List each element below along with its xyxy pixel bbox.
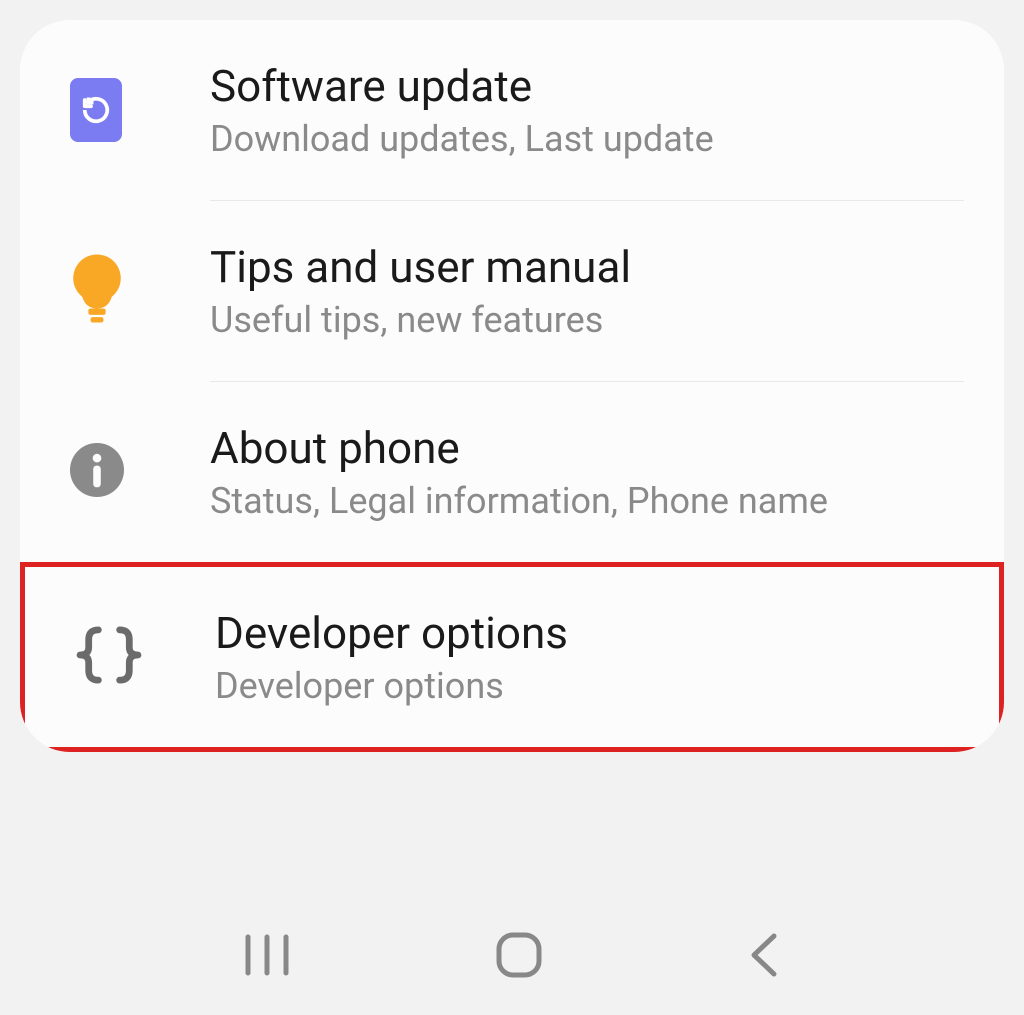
item-subtitle: Status, Legal information, Phone name <box>210 480 974 522</box>
lightbulb-icon <box>70 254 124 328</box>
settings-card: Software update Download updates, Last u… <box>20 20 1004 752</box>
icon-container <box>70 254 210 328</box>
settings-item-tips[interactable]: Tips and user manual Useful tips, new fe… <box>20 201 1004 381</box>
home-button[interactable] <box>494 930 544 980</box>
settings-item-about-phone[interactable]: About phone Status, Legal information, P… <box>20 382 1004 562</box>
update-icon <box>70 78 122 142</box>
braces-icon <box>75 626 143 688</box>
text-wrap: Developer options Developer options <box>215 607 969 707</box>
item-subtitle: Useful tips, new features <box>210 299 974 341</box>
item-title: Software update <box>210 60 974 112</box>
back-button[interactable] <box>744 930 784 980</box>
item-subtitle: Developer options <box>215 665 969 707</box>
icon-container <box>70 443 210 501</box>
text-wrap: About phone Status, Legal information, P… <box>210 422 974 522</box>
text-wrap: Software update Download updates, Last u… <box>210 60 974 160</box>
settings-item-developer-options[interactable]: Developer options Developer options <box>20 562 1004 752</box>
item-title: Tips and user manual <box>210 241 974 293</box>
recents-button[interactable] <box>240 933 294 977</box>
icon-container <box>70 78 210 142</box>
settings-item-software-update[interactable]: Software update Download updates, Last u… <box>20 20 1004 200</box>
item-title: About phone <box>210 422 974 474</box>
icon-container <box>75 626 215 688</box>
item-title: Developer options <box>215 607 969 659</box>
nav-bar <box>0 915 1024 995</box>
text-wrap: Tips and user manual Useful tips, new fe… <box>210 241 974 341</box>
item-subtitle: Download updates, Last update <box>210 118 974 160</box>
info-icon <box>70 443 124 501</box>
